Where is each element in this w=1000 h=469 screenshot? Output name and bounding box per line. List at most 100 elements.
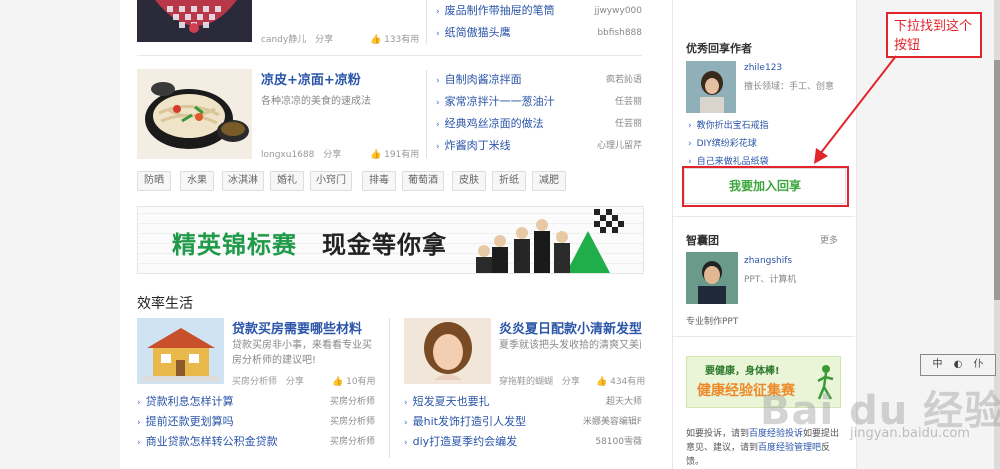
zhinang-name[interactable]: zhangshifs (744, 256, 792, 266)
list-item[interactable]: › 纸简傲猫头鹰 bbfish888 (436, 22, 642, 44)
list-item[interactable]: › 经典鸡丝凉面的做法 任芸丽 (436, 113, 642, 135)
page-margin-left (0, 0, 120, 469)
list-link[interactable]: 炸酱肉丁米线 (445, 139, 511, 152)
list-item[interactable]: › 短发夏天也要扎 超天大师 (404, 392, 642, 412)
list-link[interactable]: 纸简傲猫头鹰 (445, 26, 511, 39)
noodle-image[interactable] (137, 69, 252, 159)
author-name[interactable]: 买房分析师 (232, 377, 277, 387)
tag[interactable]: 小窍门 (310, 171, 352, 191)
article-title[interactable]: 凉皮+凉面+凉粉 (261, 69, 361, 88)
sharers-heading: 优秀回享作者 (686, 42, 752, 55)
list-link[interactable]: 经典鸡丝凉面的做法 (445, 117, 544, 130)
feedback-link[interactable]: 百度经验管理吧 (758, 443, 821, 453)
house-image[interactable] (137, 318, 224, 384)
hairstyle-image[interactable] (404, 318, 491, 384)
arrow-icon: › (137, 398, 141, 408)
thumb-up-icon: 👍 (332, 377, 344, 387)
list-link[interactable]: 提前还款更划算吗 (146, 415, 234, 428)
avatar[interactable] (686, 61, 736, 113)
sharer-name[interactable]: zhile123 (744, 63, 782, 73)
ad-line1: 要健康，身体棒! (705, 366, 780, 377)
article-desc: 贷款买房非小事，来看看专业买房分析师的建议吧! (232, 340, 372, 366)
useful-count: 👍 191有用 (370, 150, 420, 160)
user-photo (686, 252, 738, 304)
share-link[interactable]: 分享 (323, 150, 341, 160)
float-widget[interactable]: 中 ◐ 仆 (920, 354, 996, 376)
useful-count: 👍 434有用 (596, 377, 646, 387)
list-item[interactable]: › 最hit发饰打造引人发型 米娜美容编辑F (404, 412, 642, 432)
top-card-image[interactable] (137, 0, 252, 42)
tag[interactable]: 水果 (180, 171, 214, 191)
user-photo (686, 61, 736, 113)
article-title[interactable]: 贷款买房需要哪些材料 (232, 318, 362, 337)
zhinang-skills: PPT、计算机 (744, 275, 797, 285)
widget-cn[interactable]: 中 (932, 359, 942, 370)
list-link[interactable]: 商业贷款怎样转公积金贷款 (146, 435, 278, 448)
list-item[interactable]: › 家常凉拌汁一一葱油汁 任芸丽 (436, 91, 642, 113)
list-link[interactable]: 废品制作带抽屉的笔筒 (445, 4, 555, 17)
list-item[interactable]: › 商业贷款怎样转公积金贷款 买房分析师 (137, 432, 375, 452)
widget-item[interactable]: 仆 (974, 359, 984, 370)
tag[interactable]: 排毒 (362, 171, 396, 191)
arrow-icon: › (137, 438, 141, 448)
useful-count: 👍 10有用 (332, 377, 376, 387)
noodle-photo (137, 69, 252, 159)
list-item[interactable]: › 自制肉酱凉拌面 疯若訫语 (436, 69, 642, 91)
related-list: › 自制肉酱凉拌面 疯若訫语 › 家常凉拌汁一一葱油汁 任芸丽 › 经典鸡丝凉面的做法… (436, 69, 642, 157)
tag[interactable]: 婚礼 (270, 171, 304, 191)
article-desc: 夏季就该把头发收拾的清爽又美丽 (499, 340, 641, 351)
arrow-icon: › (436, 29, 440, 39)
zhinang-heading: 智囊团 (686, 234, 719, 247)
more-link[interactable]: 更多 (820, 233, 838, 246)
gingham-photo (137, 0, 252, 42)
share-link[interactable]: 分享 (315, 35, 333, 45)
watermark-url: jingyan.baidu.com (850, 426, 970, 441)
list-item[interactable]: › 提前还款更划算吗 买房分析师 (137, 412, 375, 432)
list-link[interactable]: 自制肉酱凉拌面 (445, 73, 522, 86)
author-name[interactable]: candy静儿 (261, 35, 306, 45)
tag[interactable]: 减肥 (532, 171, 566, 191)
tag[interactable]: 冰淇淋 (222, 171, 264, 191)
house-photo (137, 318, 224, 384)
share-link[interactable]: 分享 (286, 377, 304, 387)
list-link[interactable]: 贷款利息怎样计算 (146, 395, 234, 408)
section-heading: 效率生活 (137, 296, 193, 312)
list-item[interactable]: › 教你折出宝石戒指 (688, 117, 769, 135)
arrow-icon: › (436, 98, 440, 108)
scrollbar-thumb[interactable] (994, 60, 1000, 300)
article-title[interactable]: 炎炎夏日配款小清新发型 (499, 318, 642, 337)
arrow-icon: › (688, 121, 692, 131)
moon-icon[interactable]: ◐ (954, 359, 963, 370)
top-card-meta: candy静儿 分享 (261, 32, 333, 45)
sharer-articles: › 教你折出宝石戒指 › DIY缤纷彩花球 › 自己来做礼品纸袋 (688, 117, 769, 171)
tag[interactable]: 防晒 (137, 171, 171, 191)
list-item[interactable]: › 炸酱肉丁米线 心理儿留芹 (436, 135, 642, 157)
arrow-icon: › (404, 438, 408, 448)
list-link[interactable]: 短发夏天也要扎 (413, 395, 490, 408)
list-item[interactable]: › 贷款利息怎样计算 买房分析师 (137, 392, 375, 412)
list-item[interactable]: › 废品制作带抽屉的笔筒 jjwywy000 (436, 0, 642, 22)
join-button[interactable]: 我要加入回享 (684, 168, 846, 204)
tag[interactable]: 皮肤 (452, 171, 486, 191)
divider (426, 70, 427, 158)
thumb-up-icon: 👍 (370, 150, 382, 160)
banner-text-dark: 现金等你拿 (322, 231, 447, 259)
avatar[interactable] (686, 252, 738, 304)
promo-banner[interactable]: 精英锦标赛 现金等你拿 (137, 206, 644, 274)
arrow-icon: › (436, 142, 440, 152)
author-name[interactable]: 穿拖鞋的蝴蝴 (499, 377, 553, 387)
author-name[interactable]: longxu1688 (261, 150, 314, 160)
tag[interactable]: 葡萄酒 (402, 171, 444, 191)
list-item[interactable]: › DIY缤纷彩花球 (688, 135, 769, 153)
list-link[interactable]: 最hit发饰打造引人发型 (413, 415, 526, 428)
share-link[interactable]: 分享 (562, 377, 580, 387)
arrow-icon: › (404, 418, 408, 428)
divider (673, 216, 855, 217)
list-link[interactable]: 家常凉拌汁一一葱油汁 (445, 95, 555, 108)
tag[interactable]: 折纸 (492, 171, 526, 191)
thumb-up-icon: 👍 (596, 377, 608, 387)
list-link[interactable]: diy打造夏季约会编发 (413, 435, 518, 448)
arrow-icon: › (436, 120, 440, 130)
thumb-up-icon: 👍 (370, 35, 382, 45)
list-item[interactable]: › diy打造夏季约会编发 58100雪薇 (404, 432, 642, 452)
